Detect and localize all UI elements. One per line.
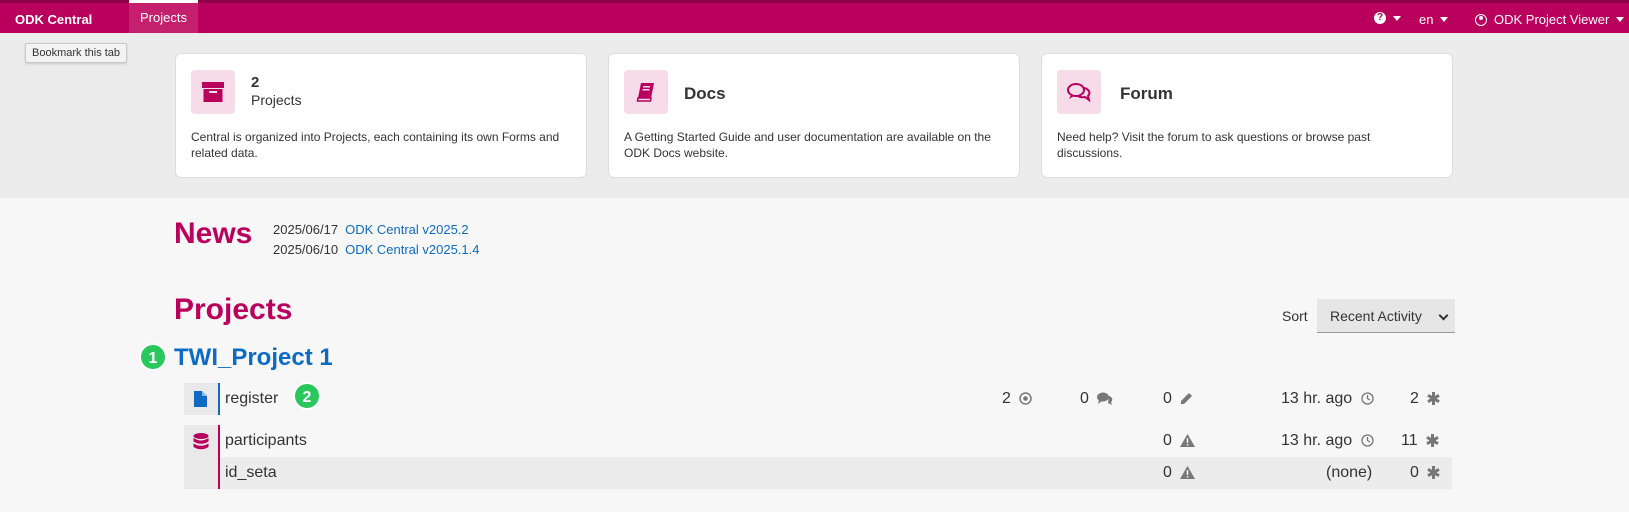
news-item: 2025/06/17 ODK Central v2025.2 <box>273 222 469 237</box>
clock-icon <box>1360 392 1374 405</box>
project-link[interactable]: TWI_Project 1 <box>174 344 333 372</box>
form-bar <box>218 383 220 415</box>
step-badge: 1 <box>139 343 167 371</box>
last-update-value: 13 hr. ago <box>1281 432 1353 449</box>
bookmark-tooltip: Bookmark this tab <box>25 43 128 63</box>
brand-link[interactable]: ODK Central <box>15 12 92 27</box>
dot-circle-icon <box>1019 392 1033 406</box>
sort-selected-value: Recent Activity <box>1330 307 1422 324</box>
asterisk-icon <box>1427 466 1441 480</box>
book-icon <box>624 70 668 114</box>
total-value: 2 <box>1410 390 1419 407</box>
news-heading: News <box>174 217 253 250</box>
conflicts-value: 0 <box>1163 464 1172 481</box>
chevron-down-icon <box>1393 15 1401 21</box>
comments-value: 0 <box>1080 390 1089 407</box>
entity-list-name[interactable]: id_seta <box>225 464 277 482</box>
total-entities: 0 <box>1410 464 1441 482</box>
entity-bar <box>218 457 220 489</box>
warning-icon <box>1180 434 1196 448</box>
forum-title: Forum <box>1120 84 1173 103</box>
language-menu[interactable]: en <box>1419 12 1449 27</box>
help-menu[interactable]: ? <box>1374 12 1401 24</box>
edits-count: 0 <box>1163 390 1193 408</box>
pencil-icon <box>1181 393 1193 405</box>
sort-label: Sort <box>1282 308 1308 324</box>
user-circle-icon <box>1475 13 1487 26</box>
form-row[interactable]: register 2 0 0 13 hr. ago 2 <box>184 383 1452 415</box>
projects-card-text: Central is organized into Projects, each… <box>191 130 560 160</box>
forum-card[interactable]: Forum Need help? Visit the forum to ask … <box>1041 53 1453 178</box>
docs-title: Docs <box>684 84 726 103</box>
docs-card[interactable]: Docs A Getting Started Guide and user do… <box>608 53 1020 178</box>
row-icon-cell <box>184 457 218 489</box>
total-value: 11 <box>1401 432 1418 449</box>
database-icon <box>184 425 218 457</box>
news-link[interactable]: ODK Central v2025.1.4 <box>345 242 479 257</box>
docs-card-text: A Getting Started Guide and user documen… <box>624 130 991 160</box>
total-submissions: 2 <box>1410 390 1441 408</box>
edits-value: 0 <box>1163 390 1172 407</box>
language-label: en <box>1419 12 1434 27</box>
comments-count: 0 <box>1080 390 1113 408</box>
user-name: ODK Project Viewer <box>1494 12 1610 27</box>
comments-icon <box>1057 70 1101 114</box>
total-value: 0 <box>1410 464 1419 481</box>
chevron-down-icon <box>1616 17 1625 22</box>
last-update: 13 hr. ago <box>1281 432 1374 450</box>
nav-tab-projects[interactable]: Projects <box>129 0 198 36</box>
entity-list-row[interactable]: participants 0 13 hr. ago 11 <box>184 425 1452 457</box>
news-date: 2025/06/10 <box>273 242 339 257</box>
clock-icon <box>1360 434 1374 447</box>
last-submission-value: 13 hr. ago <box>1281 390 1353 407</box>
news-item: 2025/06/10 ODK Central v2025.1.4 <box>273 242 479 257</box>
last-update: (none) <box>1326 464 1372 482</box>
entity-bar <box>218 425 220 457</box>
help-icon: ? <box>1374 12 1386 24</box>
last-submission: 13 hr. ago <box>1281 390 1374 408</box>
folder-icon <box>191 70 235 114</box>
warning-icon <box>1180 466 1196 480</box>
reviewable-count: 2 <box>1002 390 1033 408</box>
file-icon <box>184 383 218 415</box>
news-date: 2025/06/17 <box>273 222 339 237</box>
asterisk-icon <box>1426 434 1439 448</box>
entity-list-name[interactable]: participants <box>225 432 307 450</box>
chevron-down-icon <box>1440 17 1449 22</box>
projects-count-label: Projects <box>251 92 302 108</box>
projects-count: 2 <box>251 74 260 91</box>
asterisk-icon <box>1427 392 1441 406</box>
conflicts-value: 0 <box>1163 432 1172 449</box>
home-summary-panel: 2 Projects Central is organized into Pro… <box>0 33 1629 198</box>
news-link[interactable]: ODK Central v2025.2 <box>345 222 469 237</box>
chevron-down-icon <box>1438 310 1449 321</box>
total-entities: 11 <box>1401 432 1439 450</box>
entity-list-row[interactable]: id_seta 0 (none) 0 <box>184 457 1452 489</box>
forum-card-text: Need help? Visit the forum to ask questi… <box>1057 130 1371 160</box>
sort-select[interactable]: Recent Activity <box>1317 299 1455 333</box>
user-menu[interactable]: ODK Project Viewer <box>1475 12 1625 27</box>
navbar: ODK Central Projects ? en ODK Project Vi… <box>0 0 1629 36</box>
form-name[interactable]: register <box>225 390 278 408</box>
reviewable-value: 2 <box>1002 390 1011 407</box>
projects-summary-card: 2 Projects Central is organized into Pro… <box>175 53 587 178</box>
last-update-value: (none) <box>1326 464 1373 481</box>
conflicts-count: 0 <box>1163 464 1196 482</box>
comment-icon <box>1097 392 1113 406</box>
next-project-peek <box>174 505 214 512</box>
projects-heading: Projects <box>174 293 293 326</box>
conflicts-count: 0 <box>1163 432 1196 450</box>
